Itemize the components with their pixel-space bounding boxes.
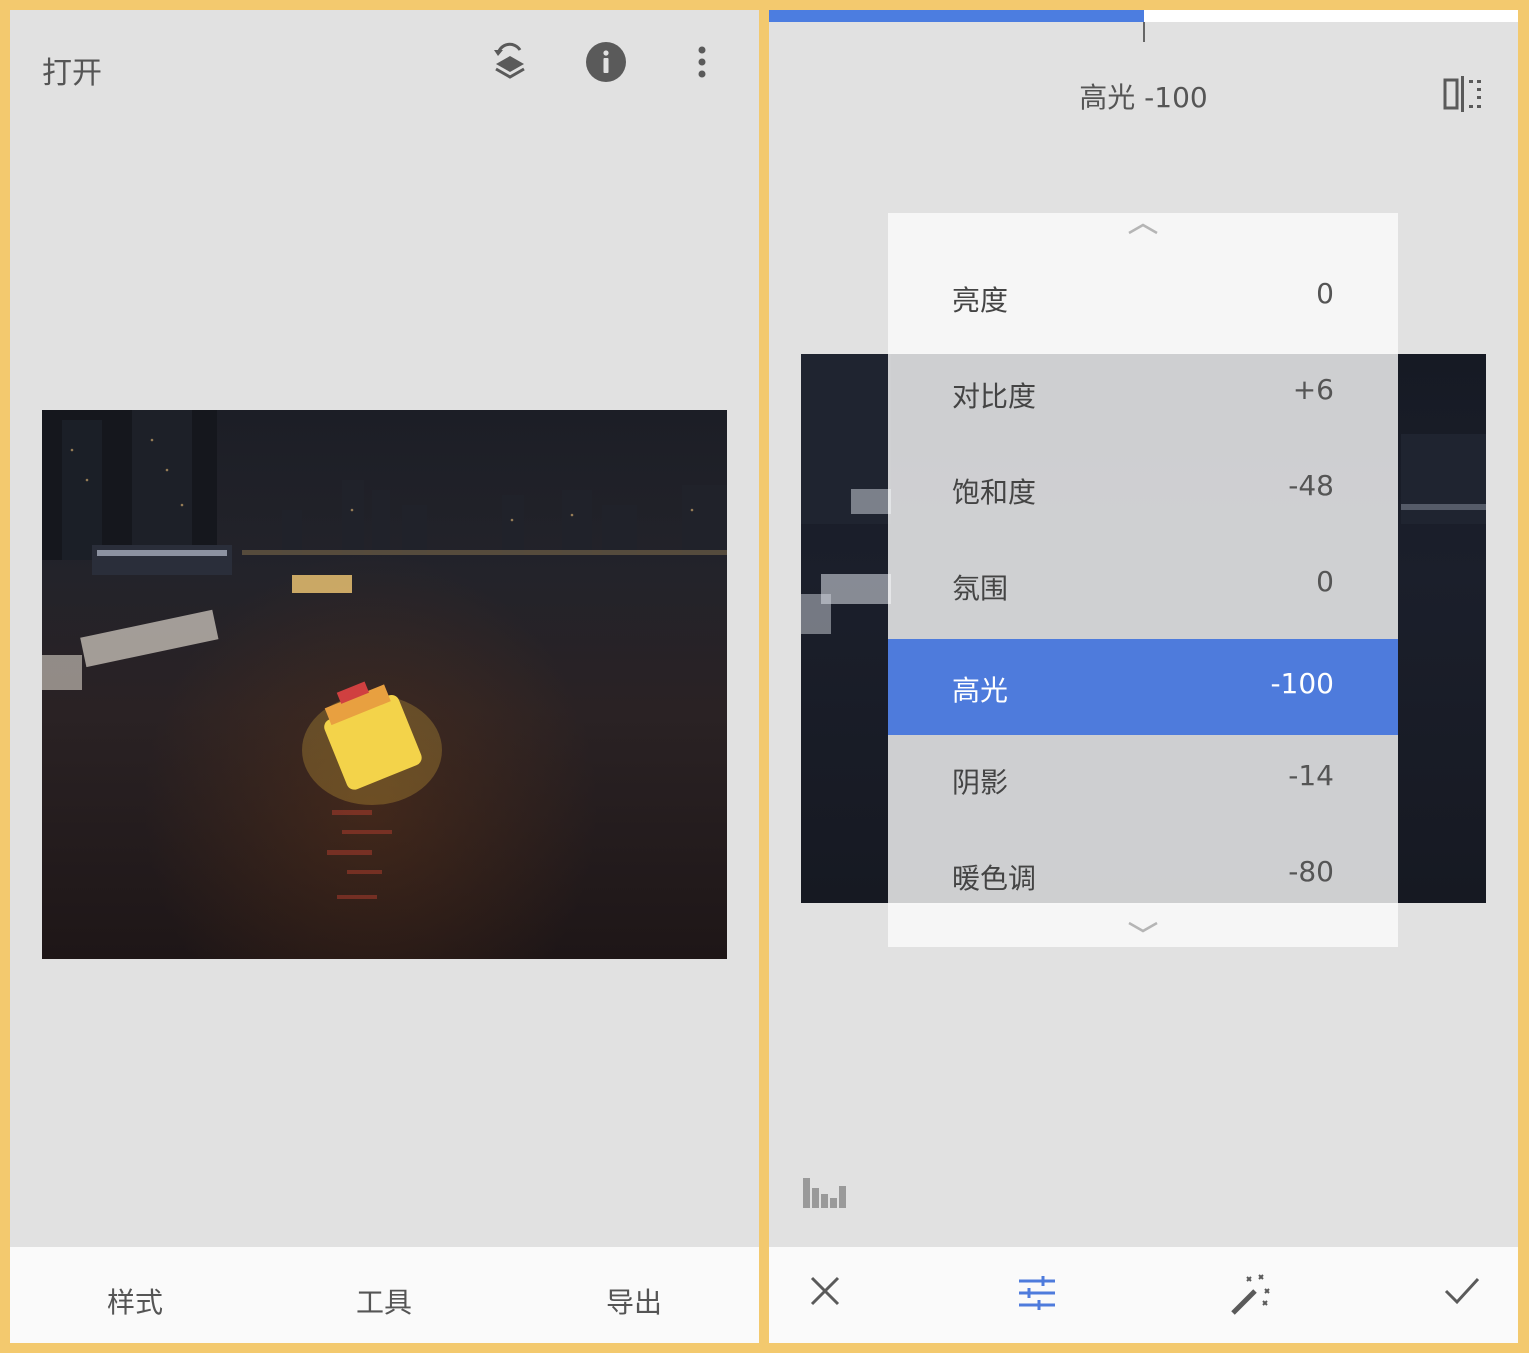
menu-item-label: 氛围 bbox=[952, 572, 1009, 605]
menu-item-label: 高光 bbox=[952, 674, 1009, 707]
adjust-slider-fill bbox=[769, 10, 1144, 22]
menu-item-label: 暖色调 bbox=[952, 862, 1037, 895]
adjust-slider-track[interactable] bbox=[769, 10, 1518, 22]
more-vert-icon[interactable] bbox=[680, 40, 724, 84]
menu-item-label: 亮度 bbox=[952, 284, 1009, 317]
tool-bottom-bar bbox=[769, 1247, 1518, 1343]
menu-item-value: -14 bbox=[1288, 759, 1334, 792]
menu-item-value: 0 bbox=[1316, 277, 1334, 310]
menu-item-value: +6 bbox=[1292, 373, 1334, 406]
tab-export[interactable]: 导出 bbox=[606, 1281, 662, 1321]
histogram-icon[interactable] bbox=[803, 1176, 847, 1208]
close-icon[interactable] bbox=[809, 1275, 841, 1307]
menu-item-label: 对比度 bbox=[952, 380, 1037, 413]
menu-item-ambiance[interactable]: 氛围 0 bbox=[888, 537, 1398, 633]
menu-item-value: -80 bbox=[1288, 855, 1334, 888]
photo-preview bbox=[42, 410, 727, 959]
open-button[interactable]: 打开 bbox=[42, 48, 102, 92]
menu-item-label: 阴影 bbox=[952, 766, 1009, 799]
menu-item-shadows[interactable]: 阴影 -14 bbox=[888, 731, 1398, 827]
menu-item-value: 0 bbox=[1316, 565, 1334, 598]
bottom-nav: 样式 工具 导出 bbox=[10, 1247, 759, 1343]
parameter-title: 高光 -100 bbox=[1079, 81, 1208, 114]
layers-undo-icon[interactable] bbox=[488, 40, 532, 84]
menu-item-brightness[interactable]: 亮度 0 bbox=[888, 249, 1398, 345]
info-icon[interactable] bbox=[584, 40, 628, 84]
menu-item-label: 饱和度 bbox=[952, 476, 1037, 509]
tab-styles[interactable]: 样式 bbox=[107, 1281, 163, 1321]
adjustment-menu: 亮度 0 对比度 +6 饱和度 -48 氛围 0 高光 -100 阴影 -14 … bbox=[888, 213, 1398, 947]
check-icon[interactable] bbox=[1443, 1275, 1481, 1307]
night-river-scene bbox=[42, 410, 727, 899]
magic-wand-icon[interactable] bbox=[1227, 1273, 1271, 1317]
menu-item-contrast[interactable]: 对比度 +6 bbox=[888, 345, 1398, 441]
menu-item-warmth[interactable]: 暖色调 -80 bbox=[888, 827, 1398, 923]
tune-sliders-icon[interactable] bbox=[1017, 1275, 1057, 1311]
compare-icon[interactable] bbox=[1441, 74, 1485, 114]
menu-item-value: -100 bbox=[1270, 667, 1334, 700]
tune-image-screen: 高光 -100 亮度 0 对比度 +6 饱和度 -48 氛围 0 高光 -100… bbox=[769, 10, 1518, 1343]
chevron-up-icon[interactable] bbox=[1126, 221, 1160, 237]
tab-tools[interactable]: 工具 bbox=[356, 1281, 412, 1321]
main-screen: 打开 样式 工具 导出 bbox=[10, 10, 759, 1343]
slider-center-tick bbox=[1143, 22, 1145, 42]
menu-item-saturation[interactable]: 饱和度 -48 bbox=[888, 441, 1398, 537]
menu-item-highlights[interactable]: 高光 -100 bbox=[888, 639, 1398, 735]
menu-item-value: -48 bbox=[1288, 469, 1334, 502]
